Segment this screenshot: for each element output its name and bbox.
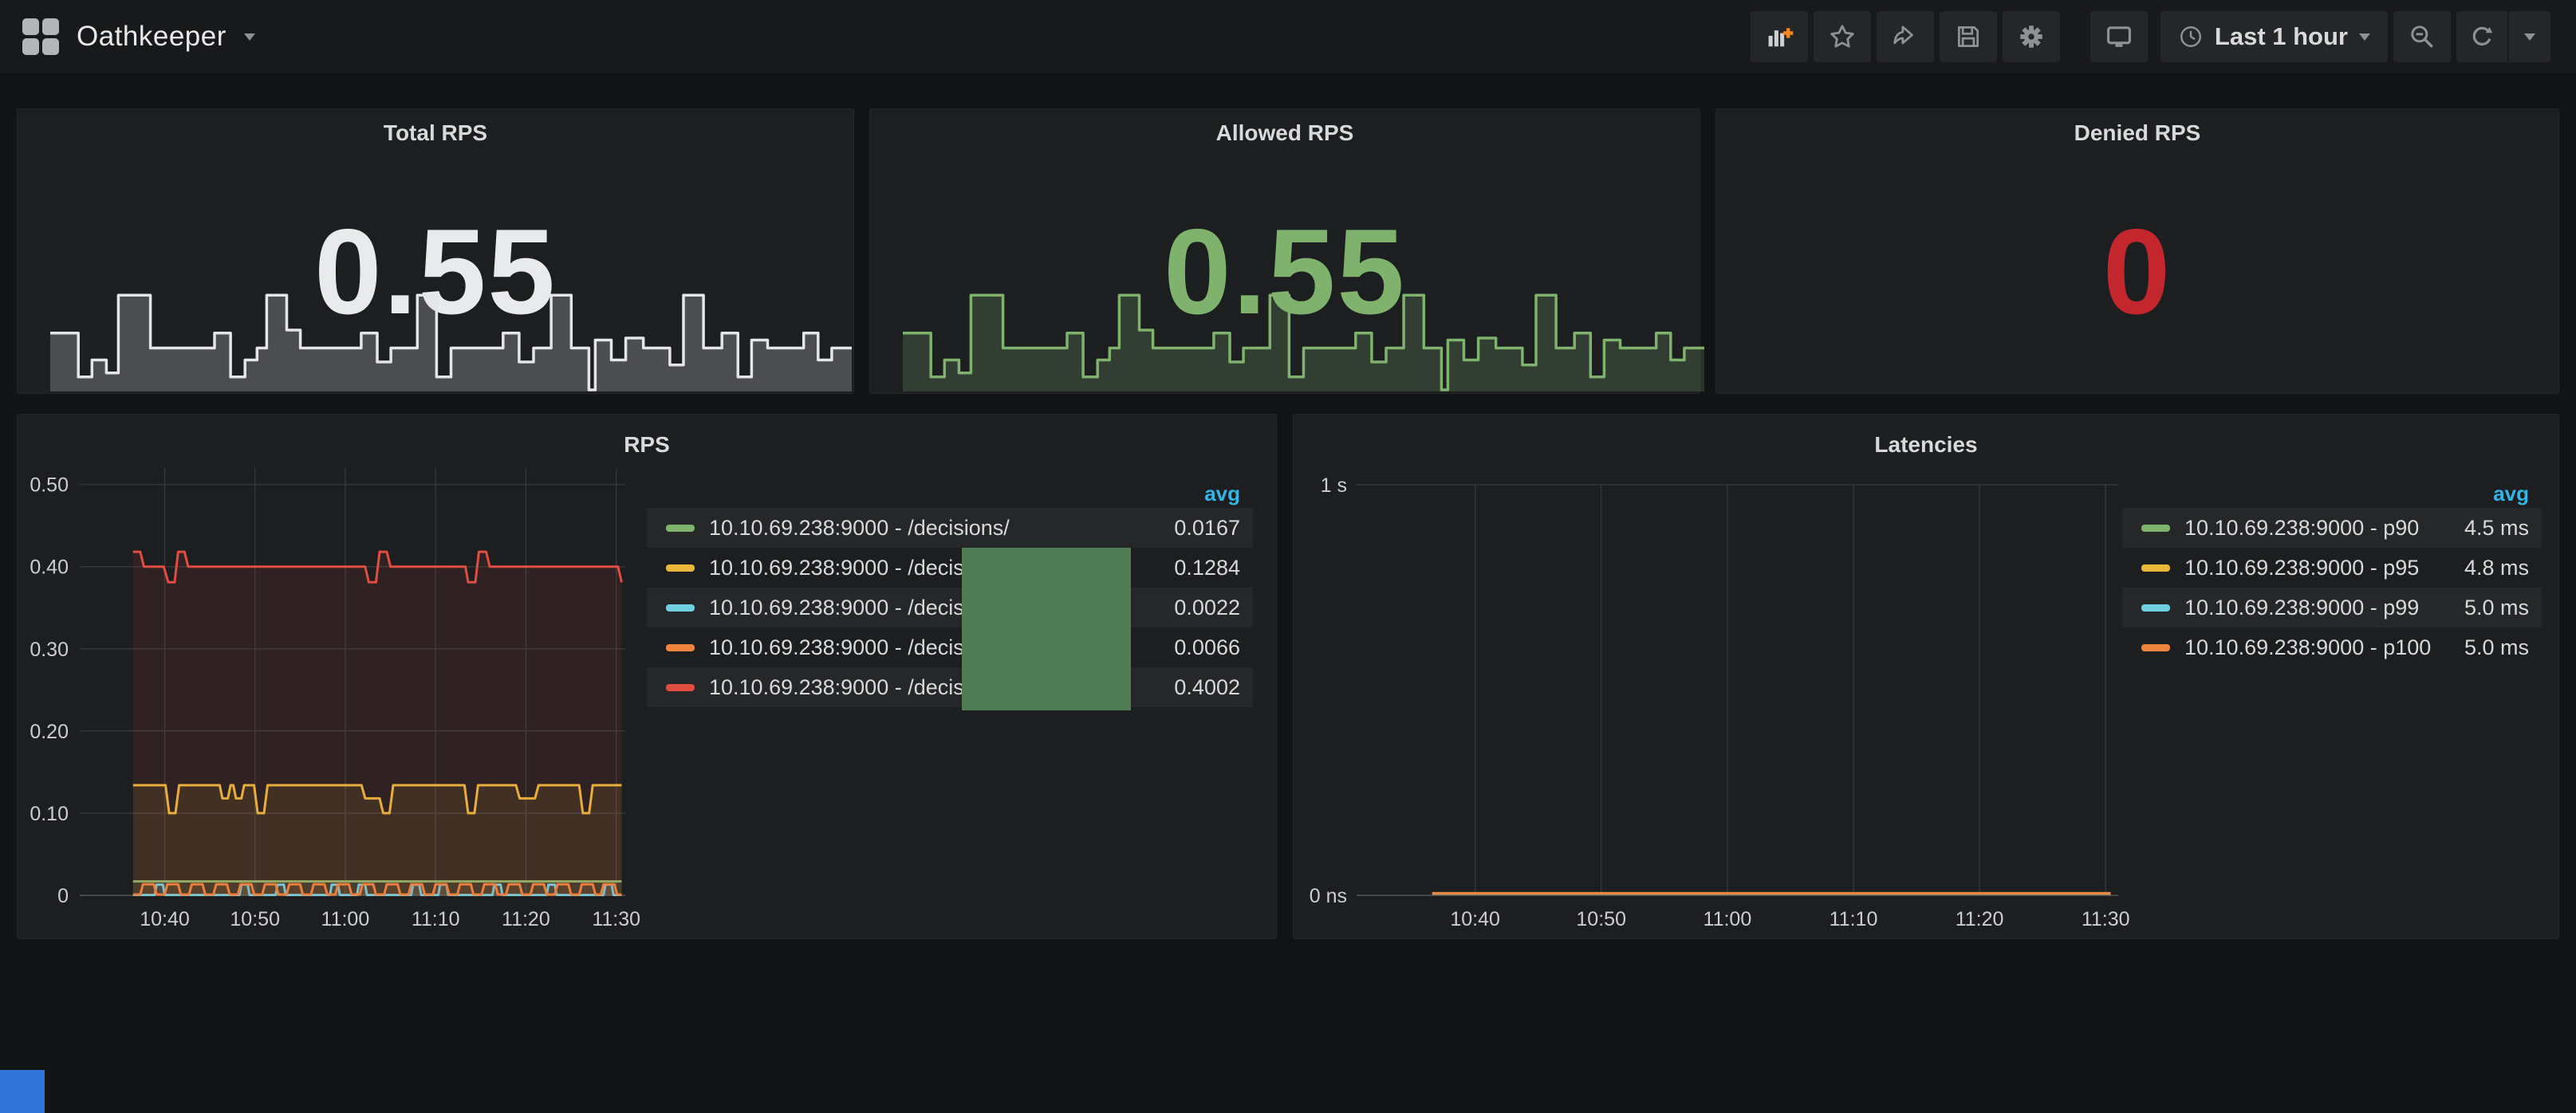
gear-icon — [2017, 22, 2046, 51]
star-button[interactable] — [1814, 11, 1871, 62]
zoom-out-icon — [2408, 22, 2436, 51]
legend-series-name[interactable]: 10.10.69.238:9000 - p95 — [2184, 556, 2419, 580]
bottom-left-blue-badge — [0, 1070, 45, 1113]
legend-row[interactable]: 10.10.69.238:9000 - /decisions/0.0167 — [647, 508, 1253, 548]
legend-row[interactable]: 10.10.69.238:9000 - p99 5.0 ms — [2122, 588, 2542, 627]
svg-text:11:10: 11:10 — [412, 908, 460, 930]
svg-text:0.20: 0.20 — [30, 721, 69, 743]
legend-avg-header[interactable]: avg — [647, 479, 1253, 508]
rps-legend: avg10.10.69.238:9000 - /decisions/0.0167… — [647, 479, 1253, 707]
panel-latencies-graph: Latencies 10:4010:5011:0011:1011:2011:30… — [1293, 414, 2559, 939]
stat-value: 0 — [1716, 211, 2558, 332]
svg-text:10:40: 10:40 — [1450, 908, 1500, 930]
svg-text:11:30: 11:30 — [592, 908, 640, 930]
caret-down-icon — [244, 33, 255, 41]
legend-row[interactable]: 10.10.69.238:9000 - /decisions/0.0066 — [647, 627, 1253, 667]
legend-avg-value: 0.1284 — [1158, 556, 1240, 580]
save-icon — [1954, 22, 1983, 51]
svg-text:0.40: 0.40 — [30, 556, 69, 579]
panel-denied-rps: Denied RPS 0 — [1715, 108, 2559, 394]
legend-row[interactable]: 10.10.69.238:9000 - p95 4.8 ms — [2122, 548, 2542, 588]
svg-text:10:40: 10:40 — [140, 908, 190, 930]
zoom-out-button[interactable] — [2393, 11, 2451, 62]
series-color-swatch[interactable] — [666, 684, 695, 691]
kiosk-mode-button[interactable] — [2090, 11, 2148, 62]
panel-title[interactable]: Denied RPS — [1716, 120, 2558, 146]
svg-text:11:10: 11:10 — [1830, 908, 1878, 930]
grafana-dashboard: Oathkeeper — [0, 0, 2576, 1113]
share-button[interactable] — [1877, 11, 1934, 62]
clock-icon — [2178, 24, 2204, 49]
legend-row[interactable]: 10.10.69.238:9000 - /decisions/0.0022 — [647, 588, 1253, 627]
svg-text:0.10: 0.10 — [30, 803, 69, 825]
svg-text:11:00: 11:00 — [321, 908, 370, 930]
dashboards-grid-icon — [22, 18, 59, 55]
panel-total-rps: Total RPS 0.55 — [17, 108, 854, 394]
series-color-swatch[interactable] — [2141, 604, 2170, 612]
legend-series-name[interactable]: 10.10.69.238:9000 - p90 — [2184, 516, 2419, 541]
navbar-actions: Last 1 hour — [1751, 11, 2550, 62]
legend-row[interactable]: 10.10.69.238:9000 - p100 5.0 ms — [2122, 627, 2542, 667]
dashboard-title[interactable]: Oathkeeper — [77, 21, 226, 53]
settings-button[interactable] — [2003, 11, 2060, 62]
add-panel-button[interactable] — [1751, 11, 1808, 62]
series-color-swatch[interactable] — [2141, 644, 2170, 651]
svg-text:11:30: 11:30 — [2082, 908, 2130, 930]
star-icon — [1828, 22, 1857, 51]
panel-allowed-rps: Allowed RPS 0.55 — [869, 108, 1700, 394]
refresh-icon — [2468, 22, 2496, 51]
legend-series-name[interactable]: 10.10.69.238:9000 - p100 — [2184, 635, 2431, 660]
legend-avg-value: 0.4002 — [1158, 675, 1240, 700]
series-color-swatch[interactable] — [2141, 564, 2170, 572]
refresh-button[interactable] — [2456, 11, 2507, 62]
series-color-swatch[interactable] — [2141, 525, 2170, 532]
legend-avg-value: 5.0 ms — [2448, 635, 2529, 660]
legend-row[interactable]: 10.10.69.238:9000 - /decisions/0.4002 — [647, 667, 1253, 707]
series-color-swatch[interactable] — [666, 564, 695, 572]
panel-title[interactable]: Total RPS — [18, 120, 853, 146]
legend-avg-header[interactable]: avg — [2122, 479, 2542, 508]
tv-icon — [2104, 22, 2134, 52]
legend-avg-value: 0.0066 — [1158, 635, 1240, 660]
svg-text:11:20: 11:20 — [1956, 908, 2004, 930]
panel-title[interactable]: Allowed RPS — [870, 120, 1700, 146]
time-range-picker[interactable]: Last 1 hour — [2160, 11, 2388, 62]
refresh-button-group — [2456, 11, 2550, 62]
caret-down-icon — [2524, 33, 2535, 41]
legend-avg-value: 4.8 ms — [2448, 556, 2529, 580]
share-icon — [1891, 22, 1920, 51]
legend-series-name[interactable]: 10.10.69.238:9000 - p99 — [2184, 596, 2419, 620]
legend-avg-value: 4.5 ms — [2448, 516, 2529, 541]
refresh-interval-dropdown[interactable] — [2507, 11, 2550, 62]
legend-row[interactable]: 10.10.69.238:9000 - /decisions/0.1284 — [647, 548, 1253, 588]
svg-text:0 ns: 0 ns — [1310, 885, 1347, 907]
legend-avg-value: 5.0 ms — [2448, 596, 2529, 620]
panel-rps-graph: RPS 10:4010:5011:0011:1011:2011:300.500.… — [17, 414, 1277, 939]
svg-text:11:20: 11:20 — [502, 908, 550, 930]
legend-avg-value: 0.0022 — [1158, 596, 1240, 620]
series-color-swatch[interactable] — [666, 525, 695, 532]
svg-text:1 s: 1 s — [1321, 474, 1347, 497]
save-button[interactable] — [1940, 11, 1997, 62]
sparkline-chart — [903, 287, 1704, 391]
dashboard-picker[interactable]: Oathkeeper — [22, 0, 255, 73]
redaction-overlay — [962, 548, 1131, 710]
series-color-swatch[interactable] — [666, 604, 695, 612]
svg-text:10:50: 10:50 — [230, 908, 280, 930]
navbar: Oathkeeper — [0, 0, 2576, 73]
svg-text:10:50: 10:50 — [1576, 908, 1626, 930]
legend-avg-value: 0.0167 — [1158, 516, 1240, 541]
latencies-legend: avg10.10.69.238:9000 - p904.5 ms10.10.69… — [2122, 479, 2542, 667]
svg-text:0.50: 0.50 — [30, 474, 69, 497]
caret-down-icon — [2359, 33, 2370, 41]
svg-text:11:00: 11:00 — [1704, 908, 1752, 930]
legend-row[interactable]: 10.10.69.238:9000 - p90 4.5 ms — [2122, 508, 2542, 548]
svg-text:0.30: 0.30 — [30, 639, 69, 661]
time-range-label: Last 1 hour — [2215, 22, 2348, 51]
add-panel-icon — [1764, 22, 1794, 52]
sparkline-chart — [50, 287, 852, 391]
series-color-swatch[interactable] — [666, 644, 695, 651]
svg-text:0: 0 — [57, 885, 69, 907]
legend-series-name[interactable]: 10.10.69.238:9000 - /decisions/ — [709, 516, 1010, 541]
